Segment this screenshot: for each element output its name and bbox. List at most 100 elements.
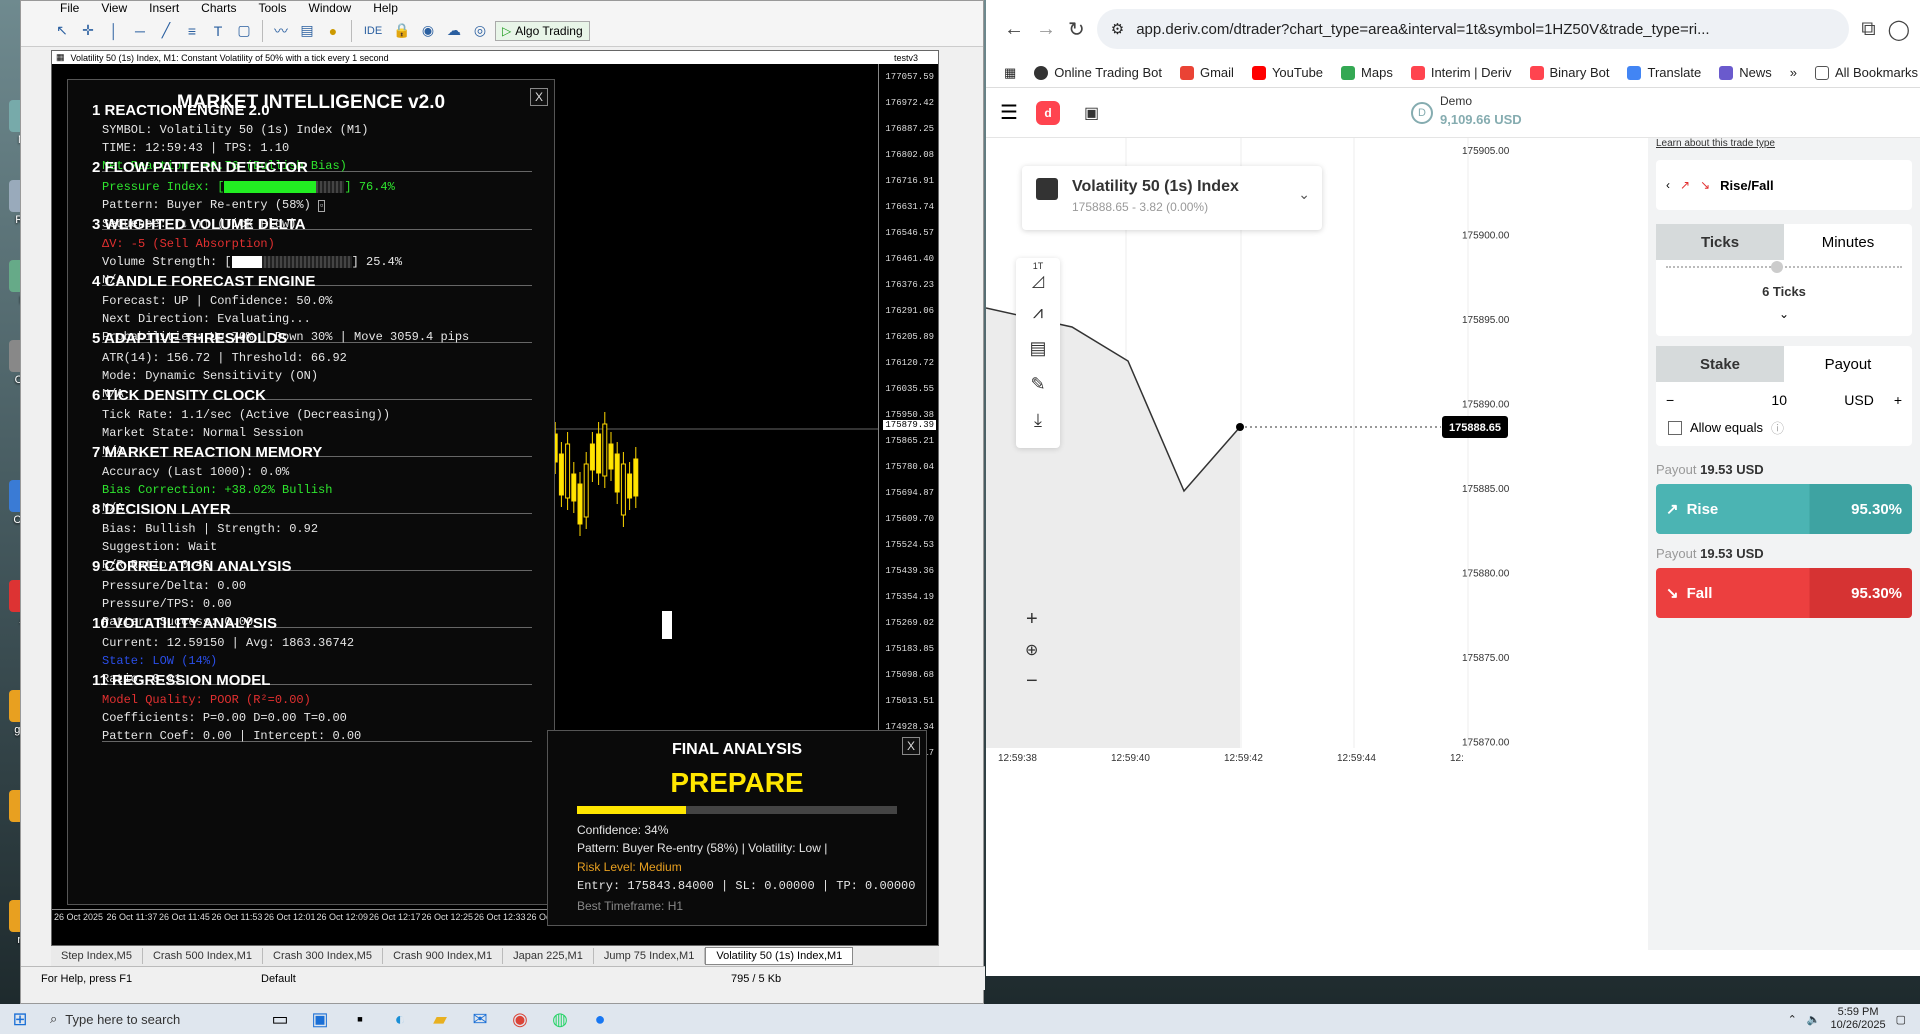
slider-handle[interactable]	[1771, 261, 1783, 273]
ide-button[interactable]: IDE	[359, 20, 387, 42]
extensions-icon[interactable]: ⧉	[1861, 18, 1875, 41]
zoom-in-icon[interactable]: +	[1026, 608, 1038, 631]
bookmark[interactable]: News	[1719, 65, 1772, 80]
zoom-out-icon[interactable]: −	[1026, 670, 1038, 693]
bookmark[interactable]: Translate	[1627, 65, 1701, 80]
templates-icon[interactable]: ▤	[1016, 330, 1060, 366]
tab-step-index[interactable]: Step Index,M5	[51, 948, 143, 964]
chevron-down-icon[interactable]: ⌄	[1656, 307, 1912, 321]
learn-link[interactable]: Learn about this trade type	[1656, 138, 1775, 149]
whatsapp-icon[interactable]: ◍	[540, 1004, 580, 1034]
cloud-icon[interactable]: ☁	[443, 20, 465, 42]
edge-icon[interactable]: ◐	[380, 1004, 420, 1034]
site-info-icon[interactable]: ⚙	[1111, 20, 1124, 38]
menu-help[interactable]: Help	[362, 1, 409, 15]
templates-icon[interactable]: ▤	[296, 20, 318, 42]
profile-icon[interactable]: ◯	[1888, 17, 1910, 42]
tab-crash-900[interactable]: Crash 900 Index,M1	[383, 948, 504, 964]
fall-button[interactable]: ↘ Fall 95.30%	[1656, 568, 1912, 618]
stake-input[interactable]: − 10 USD +	[1656, 382, 1912, 418]
folder-icon[interactable]: ▰	[420, 1004, 460, 1034]
menu-insert[interactable]: Insert	[138, 1, 190, 15]
coin-icon[interactable]: ●	[322, 20, 344, 42]
tab-japan-225[interactable]: Japan 225,M1	[503, 948, 594, 964]
lock-icon[interactable]: 🔒	[391, 20, 413, 42]
decrement-button[interactable]: −	[1666, 392, 1674, 408]
apps-icon[interactable]: ▦	[1004, 65, 1016, 81]
windows-start-icon[interactable]: ⊞	[0, 1004, 40, 1034]
rise-button[interactable]: ↗ Rise 95.30%	[1656, 484, 1912, 534]
price-label: 176887.25	[885, 124, 934, 134]
wifi-icon[interactable]: ⌃	[1788, 1013, 1797, 1026]
menu-window[interactable]: Window	[298, 1, 363, 15]
tab-minutes[interactable]: Minutes	[1784, 224, 1912, 260]
menu-tools[interactable]: Tools	[248, 1, 298, 15]
deriv-logo-icon[interactable]: d	[1036, 100, 1060, 125]
all-bookmarks[interactable]: All Bookmarks	[1814, 65, 1918, 80]
reload-icon[interactable]: ↻	[1068, 17, 1085, 42]
stake-value[interactable]: 10	[1674, 392, 1844, 408]
clock[interactable]: 5:59 PM 10/26/2025	[1831, 1006, 1886, 1032]
briefcase-icon[interactable]: ▣	[1084, 103, 1099, 123]
crosshair-icon[interactable]: ✛	[77, 20, 99, 42]
tab-ticks[interactable]: Ticks	[1656, 224, 1784, 260]
tab-crash-300[interactable]: Crash 300 Index,M5	[263, 948, 384, 964]
final-close-button[interactable]: X	[902, 737, 920, 755]
notification-icon[interactable]: ▢	[1896, 1013, 1906, 1026]
symbol-selector[interactable]: Volatility 50 (1s) Index 175888.65 - 3.8…	[1022, 166, 1322, 230]
tab-payout[interactable]: Payout	[1784, 346, 1912, 382]
terminal-icon[interactable]: ▪	[340, 1004, 380, 1034]
more-bookmarks-icon[interactable]: »	[1790, 65, 1797, 80]
horizontal-line-icon[interactable]: ─	[129, 20, 151, 42]
bookmark[interactable]: Maps	[1341, 65, 1393, 80]
menu-charts[interactable]: Charts	[190, 1, 247, 15]
vertical-line-icon[interactable]: │	[103, 20, 125, 42]
algo-trading-button[interactable]: ▷ Algo Trading	[495, 20, 590, 41]
ticks-slider[interactable]	[1666, 261, 1902, 278]
cursor-icon[interactable]: ↖	[51, 20, 73, 42]
trade-type-selector[interactable]: ‹ ↗ ↘ Rise/Fall	[1656, 160, 1912, 210]
menu-view[interactable]: View	[90, 1, 138, 15]
mt5-window: File View Insert Charts Tools Window Hel…	[20, 0, 985, 1004]
bookmark[interactable]: YouTube	[1251, 65, 1323, 80]
bookmark[interactable]: Online Trading Bot	[1034, 65, 1162, 80]
menu-file[interactable]: File	[49, 1, 90, 15]
bookmark[interactable]: Interim | Deriv	[1410, 65, 1512, 80]
tool-interval[interactable]: 1T ◿	[1016, 258, 1060, 294]
vps-icon[interactable]: ◎	[469, 20, 491, 42]
tab-stake[interactable]: Stake	[1656, 346, 1784, 382]
channel-icon[interactable]: ≡	[181, 20, 203, 42]
tab-volatility-50[interactable]: Volatility 50 (1s) Index,M1	[705, 947, 854, 965]
info-icon[interactable]: ⓘ	[1771, 418, 1784, 437]
indicators-icon[interactable]: 〰	[270, 20, 292, 42]
account-balance[interactable]: 9,109.66 USD	[1440, 112, 1522, 127]
address-bar[interactable]: ⚙ app.deriv.com/dtrader?chart_type=area&…	[1096, 9, 1850, 49]
back-icon[interactable]: ←	[1004, 18, 1024, 41]
store-icon[interactable]: ▣	[300, 1004, 340, 1034]
allow-equals-checkbox[interactable]	[1668, 420, 1682, 435]
chrome-icon[interactable]: ◉	[500, 1004, 540, 1034]
panel-close-button[interactable]: X	[530, 88, 548, 106]
tab-jump-75[interactable]: Jump 75 Index,M1	[594, 948, 706, 964]
bookmark[interactable]: Gmail	[1179, 65, 1234, 80]
volume-icon[interactable]: 🔈	[1807, 1013, 1821, 1026]
recenter-icon[interactable]: ⊕	[1025, 640, 1038, 660]
facebook-icon[interactable]: ●	[580, 1004, 620, 1034]
shapes-icon[interactable]: ▢	[233, 20, 255, 42]
task-view-icon[interactable]: ▭	[260, 1004, 300, 1034]
outlook-icon[interactable]: ✉	[460, 1004, 500, 1034]
taskbar-search[interactable]: ⌕ Type here to search	[40, 1004, 260, 1034]
indicators-icon[interactable]: ⩘	[1016, 294, 1060, 330]
trendline-icon[interactable]: ╱	[155, 20, 177, 42]
forward-icon[interactable]: →	[1036, 18, 1056, 41]
account-type[interactable]: Demo	[1440, 94, 1472, 108]
deriv-chart[interactable]: 175905.00 175900.00 175895.00 175890.00 1758…	[986, 138, 1656, 950]
signal-icon[interactable]: ◉	[417, 20, 439, 42]
tab-crash-500[interactable]: Crash 500 Index,M1	[143, 948, 263, 964]
drawing-icon[interactable]: ✎	[1016, 366, 1060, 402]
menu-icon[interactable]: ☰	[1000, 100, 1018, 125]
download-icon[interactable]: ⤓	[1016, 402, 1060, 438]
increment-button[interactable]: +	[1894, 392, 1902, 408]
bookmark[interactable]: Binary Bot	[1529, 65, 1609, 80]
text-icon[interactable]: T	[207, 20, 229, 42]
